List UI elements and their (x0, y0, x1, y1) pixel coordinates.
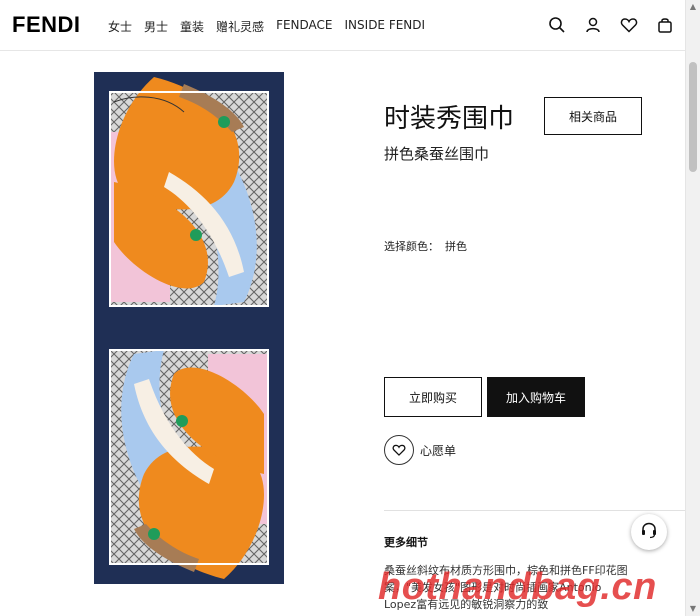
site-header: FENDI 女士 男士 童装 赠礼灵感 FENDACE INSIDE FENDI (0, 0, 686, 51)
color-selector[interactable]: 选择颜色： 拼色 (384, 238, 467, 254)
scroll-up-icon[interactable]: ▲ (689, 2, 697, 12)
user-icon[interactable] (584, 16, 602, 34)
details-title[interactable]: 更多细节 (384, 534, 428, 550)
nav-item-fendace[interactable]: FENDACE (276, 18, 332, 35)
headset-icon (640, 521, 658, 543)
wishlist-button[interactable]: 心愿单 (384, 435, 456, 465)
scrollbar-thumb[interactable] (689, 62, 697, 172)
bag-icon[interactable] (656, 16, 674, 34)
scroll-down-icon[interactable]: ▼ (689, 604, 697, 614)
product-title: 时装秀围巾 (384, 104, 515, 134)
fendi-logo[interactable]: FENDI (12, 12, 81, 38)
product-image[interactable] (93, 71, 285, 585)
product-subtitle: 拼色桑蚕丝围巾 (384, 145, 490, 163)
nav-item-inside-fendi[interactable]: INSIDE FENDI (345, 18, 426, 35)
watermark: hothandbag.cn (378, 566, 657, 608)
heart-icon[interactable] (384, 435, 414, 465)
buy-now-button[interactable]: 立即购买 (384, 377, 482, 417)
customer-service-button[interactable] (631, 514, 667, 550)
nav-item-men[interactable]: 男士 (144, 18, 168, 35)
search-icon[interactable] (548, 16, 566, 34)
nav-item-gifts[interactable]: 赠礼灵感 (216, 18, 264, 35)
color-value: 拼色 (445, 240, 467, 253)
header-icons (548, 16, 674, 34)
vertical-scrollbar[interactable]: ▲ ▼ (685, 0, 700, 616)
main-nav: 女士 男士 童装 赠礼灵感 FENDACE INSIDE FENDI (108, 18, 425, 35)
wishlist-label: 心愿单 (420, 443, 457, 458)
divider (384, 510, 686, 511)
add-to-cart-button[interactable]: 加入购物车 (487, 377, 585, 417)
nav-item-women[interactable]: 女士 (108, 18, 132, 35)
related-products-button[interactable]: 相关商品 (544, 97, 642, 135)
heart-icon[interactable] (620, 16, 638, 34)
color-label: 选择颜色： (384, 240, 439, 253)
nav-item-kids[interactable]: 童装 (180, 18, 204, 35)
